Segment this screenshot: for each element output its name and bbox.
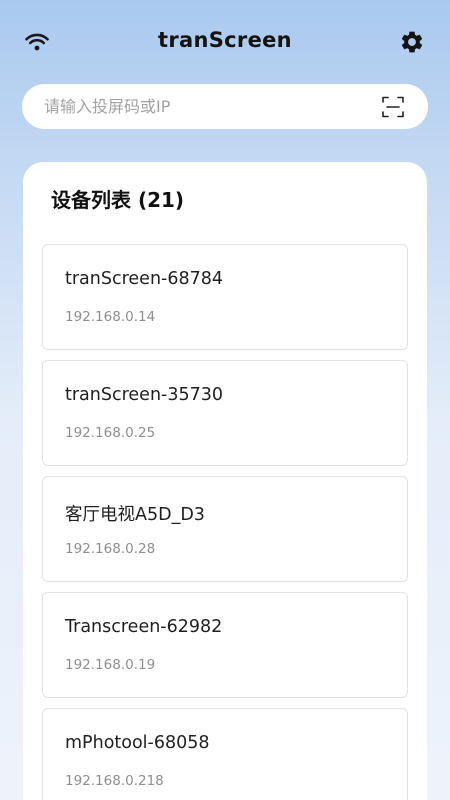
gear-icon bbox=[401, 31, 423, 53]
device-item[interactable]: 客厅电视A5D_D3 192.168.0.28 bbox=[42, 476, 408, 582]
device-name: 客厅电视A5D_D3 bbox=[65, 505, 205, 525]
device-ip: 192.168.0.25 bbox=[65, 425, 156, 441]
device-ip: 192.168.0.14 bbox=[65, 309, 156, 325]
search-bar bbox=[22, 84, 428, 129]
settings-button[interactable] bbox=[398, 28, 426, 56]
device-name: tranScreen-35730 bbox=[65, 385, 224, 405]
app-title: tranScreen bbox=[158, 28, 292, 52]
device-ip: 192.168.0.28 bbox=[65, 541, 156, 557]
device-name: tranScreen-68784 bbox=[65, 269, 224, 289]
device-list-title: 设备列表 (21) bbox=[51, 188, 185, 212]
scan-button[interactable] bbox=[380, 94, 406, 120]
device-item[interactable]: mPhotool-68058 192.168.0.218 bbox=[42, 708, 408, 800]
device-item[interactable]: tranScreen-35730 192.168.0.25 bbox=[42, 360, 408, 466]
device-list: tranScreen-68784 192.168.0.14 tranScreen… bbox=[42, 244, 408, 800]
device-item[interactable]: tranScreen-68784 192.168.0.14 bbox=[42, 244, 408, 350]
scan-icon bbox=[382, 96, 404, 118]
device-name: Transcreen-62982 bbox=[65, 617, 223, 637]
device-ip: 192.168.0.19 bbox=[65, 657, 156, 673]
device-name: mPhotool-68058 bbox=[65, 733, 210, 753]
device-ip: 192.168.0.218 bbox=[65, 773, 164, 789]
device-panel: 设备列表 (21) tranScreen-68784 192.168.0.14 … bbox=[23, 162, 427, 800]
device-item[interactable]: Transcreen-62982 192.168.0.19 bbox=[42, 592, 408, 698]
app-header: tranScreen bbox=[0, 0, 450, 84]
search-input[interactable] bbox=[44, 86, 364, 127]
